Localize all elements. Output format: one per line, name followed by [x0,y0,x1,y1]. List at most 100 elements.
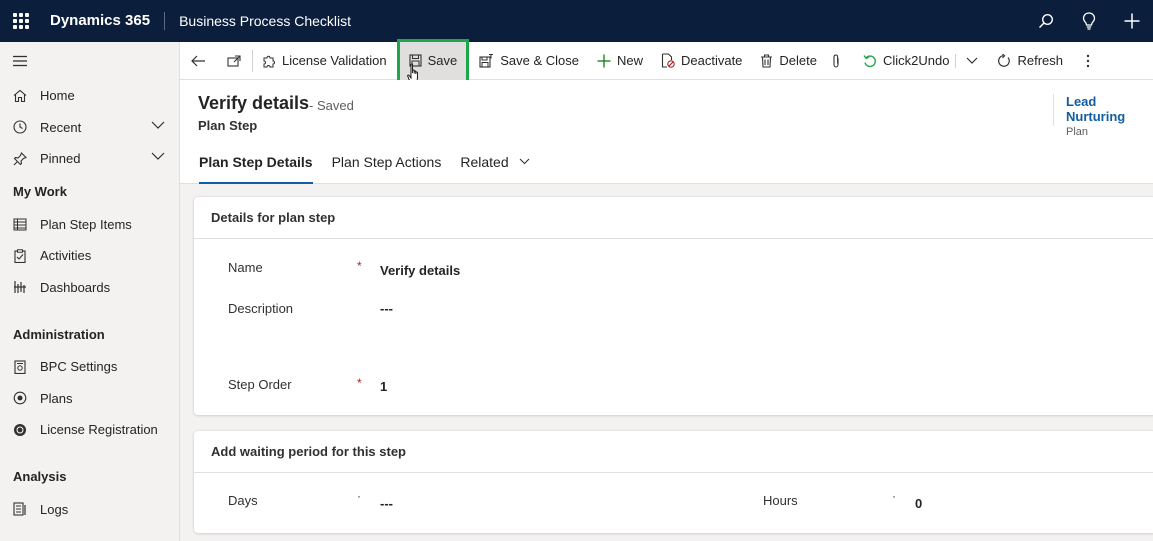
hamburger-icon [13,55,27,67]
sidebar-item-label: BPC Settings [40,359,118,375]
sidebar-item-label: Logs [40,501,69,517]
sidebar-item-bpc-settings[interactable]: BPC Settings [0,351,179,383]
tab-plan-step-actions[interactable]: Plan Step Actions [332,152,442,184]
plus-icon [597,54,611,68]
chevron-down-icon[interactable] [151,152,165,160]
tab-related[interactable]: Related [460,152,529,184]
app-launcher-button[interactable] [0,0,42,42]
deactivate-button[interactable]: Deactivate [652,42,751,80]
tab-plan-step-details[interactable]: Plan Step Details [199,152,313,184]
chevron-down-icon [519,158,529,165]
open-in-new-window-button[interactable] [216,42,252,80]
new-label: New [616,53,643,68]
lead-nurturing-link[interactable]: Lead Nurturing [1066,94,1153,124]
sidebar-section-my-work: My Work [13,184,67,199]
step-order-field[interactable]: 1 [380,379,387,394]
search-icon [1038,13,1053,29]
settings-doc-icon [12,359,28,375]
clipboard-icon [12,248,28,264]
sidebar-item-recent[interactable]: Recent [0,112,179,144]
more-vertical-icon [1086,54,1090,67]
lightbulb-icon [1082,12,1095,30]
section-title: Details for plan step [194,197,1153,239]
step-order-label: Step Order [228,377,292,392]
paperclip-icon [833,53,839,68]
command-bar: License Validation Save Save & Close New… [180,38,1153,83]
name-field[interactable]: Verify details [380,263,460,278]
license-validation-label: License Validation [282,53,387,68]
tab-related-label: Related [460,154,509,170]
puzzle-icon [262,54,276,68]
sidebar-item-label: Plans [40,390,73,406]
save-button[interactable]: Save [396,38,470,83]
days-field[interactable]: --- [380,496,393,511]
more-commands-button[interactable] [1072,42,1104,80]
optional-marker: · [892,489,896,503]
waffle-icon [13,13,29,29]
delete-label: Delete [779,53,817,68]
sidebar-item-logs[interactable]: Logs [0,494,179,526]
sitemap-toggle-button[interactable] [0,42,179,80]
sidebar-section-analysis: Analysis [13,469,67,484]
lead-nurturing-sublabel: Plan [1066,126,1089,138]
refresh-label: Refresh [1017,53,1063,68]
refresh-icon [997,53,1011,68]
required-marker: * [357,259,362,273]
sidebar-item-label: Recent [40,119,82,135]
deactivate-icon [661,53,675,68]
save-and-close-label: Save & Close [500,53,579,68]
back-button[interactable] [180,42,216,80]
sidebar-item-home[interactable]: Home [0,80,179,112]
sidebar-item-pinned[interactable]: Pinned [0,143,179,175]
seal-icon [12,422,28,438]
sidebar-item-label: Home [40,88,75,104]
arrow-left-icon [191,55,205,66]
attach-button[interactable] [826,42,854,80]
header-field-lead-nurturing: Lead Nurturing Plan [1053,94,1153,138]
click2undo-dropdown-button[interactable] [956,42,988,80]
sidebar-item-license-registration[interactable]: License Registration [0,414,179,446]
logs-icon [12,501,28,517]
click2undo-button[interactable]: Click2Undo [854,42,955,80]
undo-icon [863,54,877,68]
open-in-new-window-icon [227,54,241,67]
sidebar-section-administration: Administration [13,326,105,342]
sidebar-item-dashboards[interactable]: Dashboards [0,272,179,304]
days-label: Days [228,493,258,508]
pin-icon [12,151,28,167]
page-title: Verify details [198,93,310,113]
delete-button[interactable]: Delete [751,42,826,80]
home-icon [12,88,28,104]
chevron-down-icon[interactable] [151,121,165,129]
section-title: Add waiting period for this step [194,431,1153,473]
record-header: Verify details - Saved Plan Step Lead Nu… [180,80,1153,184]
sidebar: Home Recent Pinned My Work Plan Step Ite… [0,42,180,541]
deactivate-label: Deactivate [680,53,743,68]
sidebar-item-label: Pinned [40,151,81,167]
brand-name[interactable]: Dynamics 365 [50,12,166,30]
trash-icon [760,53,773,68]
sidebar-item-plans[interactable]: Plans [0,383,179,415]
top-bar: Dynamics 365 Business Process Checklist [0,0,1153,42]
tab-list: Plan Step Details Plan Step Actions Rela… [199,152,549,184]
search-button[interactable] [1024,0,1067,42]
refresh-button[interactable]: Refresh [988,42,1072,80]
app-name[interactable]: Business Process Checklist [179,13,351,29]
hours-field[interactable]: 0 [915,496,922,511]
sidebar-item-plan-step-items[interactable]: Plan Step Items [0,209,179,241]
checklist-icon [12,216,28,232]
description-field[interactable]: --- [380,301,393,316]
click2undo-label: Click2Undo [882,53,950,68]
sidebar-item-label: Dashboards [40,279,111,295]
chevron-down-icon [967,57,978,64]
sidebar-item-activities[interactable]: Activities [0,240,179,272]
sidebar-item-label: Plan Step Items [40,216,132,232]
entity-name: Plan Step [198,118,258,133]
sidebar-item-label: License Registration [40,422,158,438]
new-button[interactable]: New [588,42,652,80]
license-validation-button[interactable]: License Validation [253,42,396,80]
new-item-button[interactable] [1110,0,1153,42]
optional-marker: · [357,489,361,503]
save-and-close-button[interactable]: Save & Close [470,42,588,80]
ideas-button[interactable] [1067,0,1110,42]
